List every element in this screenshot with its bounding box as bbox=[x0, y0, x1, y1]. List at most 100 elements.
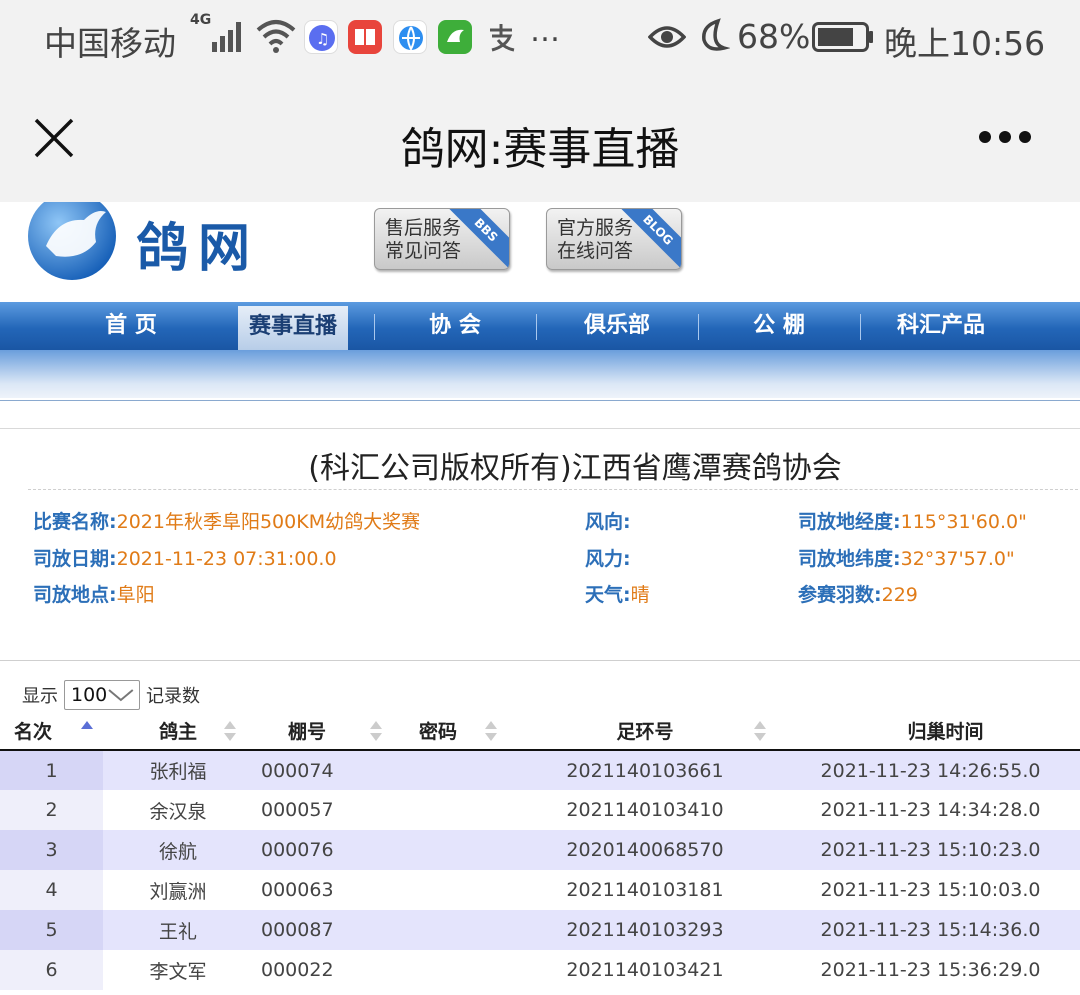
rank-cell: 3 bbox=[0, 830, 103, 870]
col-loft-no[interactable]: 棚号 bbox=[253, 712, 382, 751]
password-cell bbox=[379, 790, 509, 830]
col-arrival-time[interactable]: 归巢时间 bbox=[781, 712, 1080, 751]
arrival-cell: 2021-11-23 14:26:55.0 bbox=[781, 750, 1080, 790]
page-length-select[interactable]: 100 bbox=[64, 680, 140, 710]
password-cell bbox=[379, 750, 509, 790]
web-content: 鸽网 售后服务 常见问答 BBS 官方服务 在线问答 BLOG 首 页 赛事直播 协… bbox=[0, 202, 1080, 995]
loft-cell: 000087 bbox=[253, 910, 379, 950]
divider bbox=[0, 400, 1080, 401]
results-table: 名次 鸽主 棚号 密码 足环号 归巢时间 1 张利福 000074 202114… bbox=[0, 712, 1080, 990]
more-notifications: … bbox=[530, 14, 560, 49]
nav-club[interactable]: 俱乐部 bbox=[536, 302, 698, 350]
race-name-field: 比赛名称:2021年秋季阜阳500KM幼鸽大奖赛 bbox=[33, 511, 421, 533]
webview-title-bar: 鸽网:赛事直播 bbox=[0, 76, 1080, 202]
release-place-field: 司放地点:阜阳 bbox=[33, 584, 155, 606]
divider bbox=[28, 489, 1078, 490]
svg-text:♫: ♫ bbox=[316, 30, 329, 48]
latitude-field: 司放地纬度:32°37'57.0" bbox=[798, 548, 1015, 570]
nav-association[interactable]: 协 会 bbox=[374, 302, 536, 350]
signal-icon bbox=[212, 22, 241, 52]
network-type: 4G bbox=[190, 12, 212, 28]
wifi-icon bbox=[256, 20, 296, 53]
ring-cell: 2021140103410 bbox=[509, 790, 781, 830]
nav-shadow bbox=[0, 350, 1080, 398]
chinaxinge-icon bbox=[438, 20, 472, 54]
table-row[interactable]: 3 徐航 000076 2020140068570 2021-11-23 15:… bbox=[0, 830, 1080, 870]
clock: 晚上10:56 bbox=[884, 24, 1046, 63]
rank-cell: 5 bbox=[0, 910, 103, 950]
table-row[interactable]: 6 李文军 000022 2021140103421 2021-11-23 15… bbox=[0, 950, 1080, 990]
table-row[interactable]: 2 余汉泉 000057 2021140103410 2021-11-23 14… bbox=[0, 790, 1080, 830]
more-options-icon[interactable] bbox=[978, 130, 1032, 144]
blog-button-label: 官方服务 在线问答 bbox=[557, 217, 634, 262]
longitude-field: 司放地经度:115°31'60.0" bbox=[798, 511, 1027, 533]
loft-cell: 000063 bbox=[253, 870, 379, 910]
carrier-label: 中国移动 bbox=[44, 24, 176, 63]
col-rank[interactable]: 名次 bbox=[0, 712, 103, 751]
ring-cell: 2020140068570 bbox=[509, 830, 781, 870]
owner-cell: 徐航 bbox=[103, 830, 253, 870]
ring-cell: 2021140103661 bbox=[509, 750, 781, 790]
col-password[interactable]: 密码 bbox=[379, 712, 509, 751]
ring-cell: 2021140103181 bbox=[509, 870, 781, 910]
blog-button[interactable]: 官方服务 在线问答 BLOG bbox=[546, 208, 682, 270]
owner-cell: 张利福 bbox=[103, 750, 253, 790]
table-row[interactable]: 5 王礼 000087 2021140103293 2021-11-23 15:… bbox=[0, 910, 1080, 950]
status-bar: 中国移动 4G ♫ … 68% 晚上10:56 bbox=[0, 0, 1080, 76]
battery-icon bbox=[812, 22, 873, 52]
nav-home[interactable]: 首 页 bbox=[0, 302, 212, 350]
nav-race-live[interactable]: 赛事直播 bbox=[238, 306, 348, 350]
arrival-cell: 2021-11-23 15:10:23.0 bbox=[781, 830, 1080, 870]
moon-icon bbox=[702, 18, 730, 51]
table-row[interactable]: 1 张利福 000074 2021140103661 2021-11-23 14… bbox=[0, 750, 1080, 790]
divider bbox=[0, 660, 1080, 661]
sort-icon bbox=[754, 721, 766, 741]
password-cell bbox=[379, 950, 509, 990]
wind-force-field: 风力: bbox=[585, 548, 631, 570]
nav-loft[interactable]: 公 棚 bbox=[698, 302, 860, 350]
owner-cell: 余汉泉 bbox=[103, 790, 253, 830]
bbs-button-label: 售后服务 常见问答 bbox=[385, 217, 462, 262]
chevron-down-icon bbox=[108, 689, 134, 702]
alipay-icon bbox=[484, 20, 518, 54]
arrival-cell: 2021-11-23 15:10:03.0 bbox=[781, 870, 1080, 910]
release-date-field: 司放日期:2021-11-23 07:31:00.0 bbox=[33, 548, 337, 570]
owner-cell: 王礼 bbox=[103, 910, 253, 950]
table-header-row: 名次 鸽主 棚号 密码 足环号 归巢时间 bbox=[0, 712, 1080, 751]
sort-asc-icon bbox=[81, 721, 93, 729]
loft-cell: 000074 bbox=[253, 750, 379, 790]
password-cell bbox=[379, 830, 509, 870]
owner-cell: 刘赢洲 bbox=[103, 870, 253, 910]
loft-cell: 000076 bbox=[253, 830, 379, 870]
rank-cell: 1 bbox=[0, 750, 103, 790]
loft-cell: 000057 bbox=[253, 790, 379, 830]
ring-cell: 2021140103293 bbox=[509, 910, 781, 950]
ring-cell: 2021140103421 bbox=[509, 950, 781, 990]
race-heading: (科汇公司版权所有)江西省鹰潭赛鸽协会 bbox=[308, 451, 842, 486]
page-title: 鸽网:赛事直播 bbox=[400, 124, 680, 175]
owner-cell: 李文军 bbox=[103, 950, 253, 990]
logo-globe-icon[interactable] bbox=[26, 202, 118, 282]
logo-text[interactable]: 鸽网 bbox=[136, 206, 260, 281]
arrival-cell: 2021-11-23 15:14:36.0 bbox=[781, 910, 1080, 950]
divider bbox=[0, 428, 1080, 429]
loft-cell: 000022 bbox=[253, 950, 379, 990]
arrival-cell: 2021-11-23 14:34:28.0 bbox=[781, 790, 1080, 830]
length-prefix: 显示 bbox=[22, 686, 58, 707]
wind-direction-field: 风向: bbox=[585, 511, 631, 533]
length-suffix: 记录数 bbox=[146, 686, 200, 707]
entry-count-field: 参赛羽数:229 bbox=[798, 584, 918, 606]
eye-comfort-icon bbox=[648, 26, 686, 48]
password-cell bbox=[379, 910, 509, 950]
bbs-button[interactable]: 售后服务 常见问答 BBS bbox=[374, 208, 510, 270]
nav-products[interactable]: 科汇产品 bbox=[860, 302, 1022, 350]
rank-cell: 2 bbox=[0, 790, 103, 830]
sort-icon bbox=[485, 721, 497, 741]
col-ring-no[interactable]: 足环号 bbox=[509, 712, 781, 751]
table-row[interactable]: 4 刘赢洲 000063 2021140103181 2021-11-23 15… bbox=[0, 870, 1080, 910]
col-owner[interactable]: 鸽主 bbox=[103, 712, 253, 751]
book-icon bbox=[348, 20, 382, 54]
password-cell bbox=[379, 870, 509, 910]
battery-percent: 68% bbox=[737, 17, 811, 56]
weather-field: 天气:晴 bbox=[585, 584, 650, 606]
